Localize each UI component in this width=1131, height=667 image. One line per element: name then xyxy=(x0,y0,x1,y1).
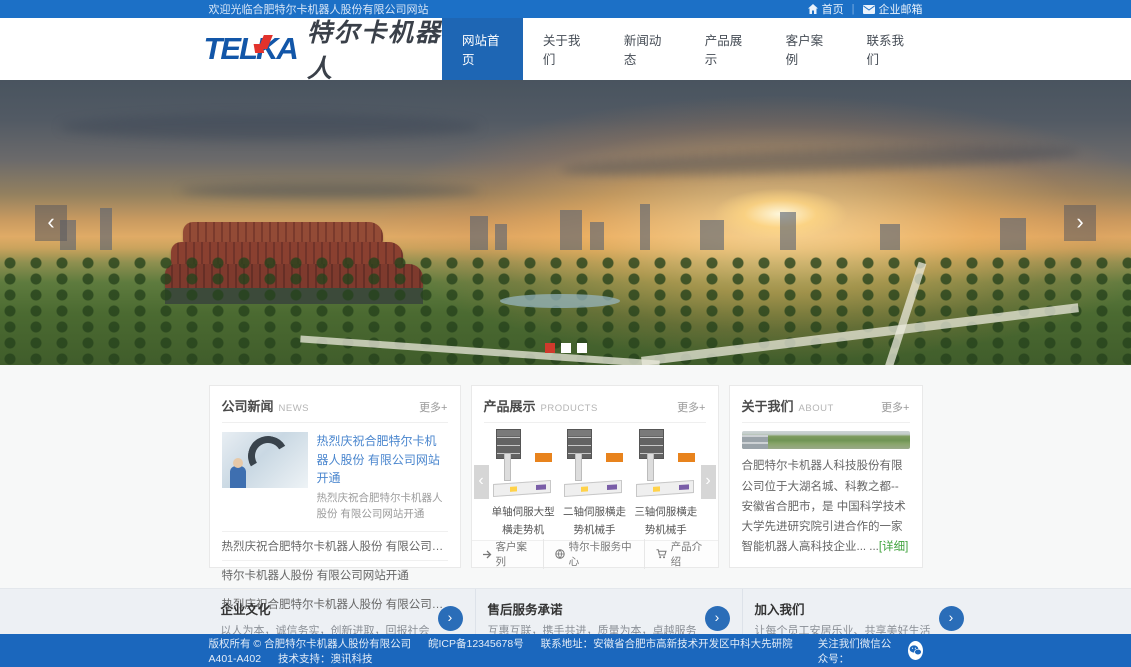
about-text: 合肥特尔卡机器人科技股份有限公司位于大湖名城、科教之都--安徽省合肥市，是 中国… xyxy=(742,456,910,557)
products-title-en: PRODUCTS xyxy=(541,403,598,414)
feature-arrow-button[interactable]: › xyxy=(939,606,964,631)
logo-en-text: TELKA xyxy=(204,31,297,67)
about-title-cn: 关于我们 xyxy=(742,396,794,415)
feature-arrow-button[interactable]: › xyxy=(438,606,463,631)
mail-icon xyxy=(863,5,875,14)
product-name: 二轴伺服横走势机械手 xyxy=(563,504,626,540)
hero-lake xyxy=(500,294,620,308)
about-card: 关于我们 ABOUT 更多+ 合肥特尔卡机器人科技股份有限公司位于大湖名城、科教… xyxy=(729,385,923,568)
footer-icp[interactable]: 皖ICP备12345678号 xyxy=(428,638,524,650)
news-card: 公司新闻 NEWS 更多+ 热烈庆祝合肥特尔卡机器人股份 有限公司网站开通 热烈… xyxy=(209,385,461,568)
logo[interactable]: TELKA 特尔卡机器人 xyxy=(204,13,443,85)
main-nav: 网站首页 关于我们 新闻动态 产品展示 客户案例 联系我们 xyxy=(442,18,927,80)
nav-item-about[interactable]: 关于我们 xyxy=(523,18,604,80)
product-image xyxy=(492,429,554,499)
nav-item-cases[interactable]: 客户案例 xyxy=(766,18,847,80)
products-more-link[interactable]: 更多+ xyxy=(677,399,705,415)
company-campus-image xyxy=(742,431,910,449)
wechat-icon[interactable] xyxy=(908,641,923,660)
feature-title: 售后服务承诺 xyxy=(488,599,697,618)
hero-cloud xyxy=(560,141,1080,181)
product-image xyxy=(563,429,625,499)
news-title-en: NEWS xyxy=(279,403,310,414)
news-thumbnail-image xyxy=(222,432,308,488)
nav-item-products[interactable]: 产品展示 xyxy=(685,18,766,80)
home-icon xyxy=(808,4,818,14)
news-featured-title[interactable]: 热烈庆祝合肥特尔卡机器人股份 有限公司网站开通 xyxy=(317,432,448,488)
news-more-link[interactable]: 更多+ xyxy=(419,399,447,415)
about-more-link[interactable]: 更多+ xyxy=(881,399,909,415)
topbar-mail-link[interactable]: 企业邮箱 xyxy=(863,1,923,17)
logo-cn-text: 特尔卡机器人 xyxy=(307,13,442,85)
about-detail-link[interactable]: [详细] xyxy=(879,541,908,553)
hero-prev-arrow[interactable]: ‹ xyxy=(35,205,67,241)
globe-icon xyxy=(555,549,565,559)
topbar: 欢迎光临合肥特尔卡机器人股份有限公司网站 首页 | 企业邮箱 xyxy=(0,0,1131,18)
products-card-header: 产品展示 PRODUCTS 更多+ xyxy=(484,396,706,423)
topbar-mail-label: 企业邮箱 xyxy=(879,1,923,17)
service-center-link[interactable]: 特尔卡服务中心 xyxy=(543,539,644,569)
products-quick-links: 客户案列 特尔卡服务中心 产品介绍 xyxy=(472,540,718,567)
footer-wechat-label: 关注我们微信公众号： xyxy=(818,636,901,666)
robot-arm-graphic xyxy=(243,432,291,480)
nav-item-home[interactable]: 网站首页 xyxy=(442,18,523,80)
cart-icon xyxy=(656,549,667,559)
product-image xyxy=(635,429,697,499)
product-intro-link[interactable]: 产品介绍 xyxy=(644,539,718,569)
feature-title: 企业文化 xyxy=(221,599,430,618)
content-cards: 公司新闻 NEWS 更多+ 热烈庆祝合肥特尔卡机器人股份 有限公司网站开通 热烈… xyxy=(0,365,1131,568)
hero-cloud xyxy=(180,184,480,198)
slider-dot-1[interactable] xyxy=(545,343,555,353)
product-name: 单轴伺服大型横走势机 xyxy=(492,504,555,540)
footer-info: 版权所有 © 合肥特尔卡机器人股份有限公司 皖ICP备12345678号 联系地… xyxy=(209,636,818,666)
header: TELKA 特尔卡机器人 网站首页 关于我们 新闻动态 产品展示 客户案例 联系… xyxy=(0,18,1131,80)
footer-copyright: 版权所有 © 合肥特尔卡机器人股份有限公司 xyxy=(209,638,412,650)
news-featured-item[interactable]: 热烈庆祝合肥特尔卡机器人股份 有限公司网站开通 热烈庆祝合肥特尔卡机器人股份 有… xyxy=(222,423,448,529)
about-title-en: ABOUT xyxy=(799,403,834,414)
products-card: 产品展示 PRODUCTS 更多+ ‹ 单轴伺服大型横走势机 xyxy=(471,385,719,568)
footer: 版权所有 © 合肥特尔卡机器人股份有限公司 皖ICP备12345678号 联系地… xyxy=(0,634,1131,667)
hero-slider: ‹ › xyxy=(0,80,1131,365)
news-list-item[interactable]: 热烈庆祝合肥特尔卡机器人股份 有限公司网站开通 xyxy=(222,531,448,560)
arrow-right-icon xyxy=(483,550,492,559)
news-card-header: 公司新闻 NEWS 更多+ xyxy=(222,396,448,423)
hero-next-arrow[interactable]: › xyxy=(1064,205,1096,241)
hero-cloud xyxy=(60,114,480,140)
customer-cases-link[interactable]: 客户案列 xyxy=(472,539,543,569)
news-featured-desc: 热烈庆祝合肥特尔卡机器人股份 有限公司网站开通 xyxy=(317,491,448,523)
topbar-home-label: 首页 xyxy=(822,1,844,17)
news-list-item[interactable]: 特尔卡机器人股份 有限公司网站开通 xyxy=(222,560,448,589)
about-card-header: 关于我们 ABOUT 更多+ xyxy=(742,396,910,423)
feature-arrow-button[interactable]: › xyxy=(705,606,730,631)
feature-title: 加入我们 xyxy=(755,599,931,618)
topbar-home-link[interactable]: 首页 xyxy=(808,1,844,17)
product-item-1[interactable]: 单轴伺服大型横走势机 xyxy=(492,429,555,540)
product-name: 三轴伺服横走势机械手 xyxy=(634,504,697,540)
nav-item-contact[interactable]: 联系我们 xyxy=(847,18,928,80)
products-title-cn: 产品展示 xyxy=(484,396,536,415)
slider-dot-3[interactable] xyxy=(577,343,587,353)
slider-dot-2[interactable] xyxy=(561,343,571,353)
topbar-separator: | xyxy=(852,3,855,15)
footer-support[interactable]: 技术支持：澳讯科技 xyxy=(278,653,373,665)
nav-item-news[interactable]: 新闻动态 xyxy=(604,18,685,80)
products-next-arrow[interactable]: › xyxy=(701,465,716,499)
product-item-3[interactable]: 三轴伺服横走势机械手 xyxy=(634,429,697,540)
news-title-cn: 公司新闻 xyxy=(222,396,274,415)
worker-graphic xyxy=(230,466,246,488)
product-item-2[interactable]: 二轴伺服横走势机械手 xyxy=(563,429,626,540)
products-carousel: ‹ 单轴伺服大型横走势机 二轴伺服横走势机械手 xyxy=(472,423,718,540)
hero-pagination xyxy=(0,343,1131,353)
page: 欢迎光临合肥特尔卡机器人股份有限公司网站 首页 | 企业邮箱 xyxy=(0,0,1131,667)
products-prev-arrow[interactable]: ‹ xyxy=(474,465,489,499)
